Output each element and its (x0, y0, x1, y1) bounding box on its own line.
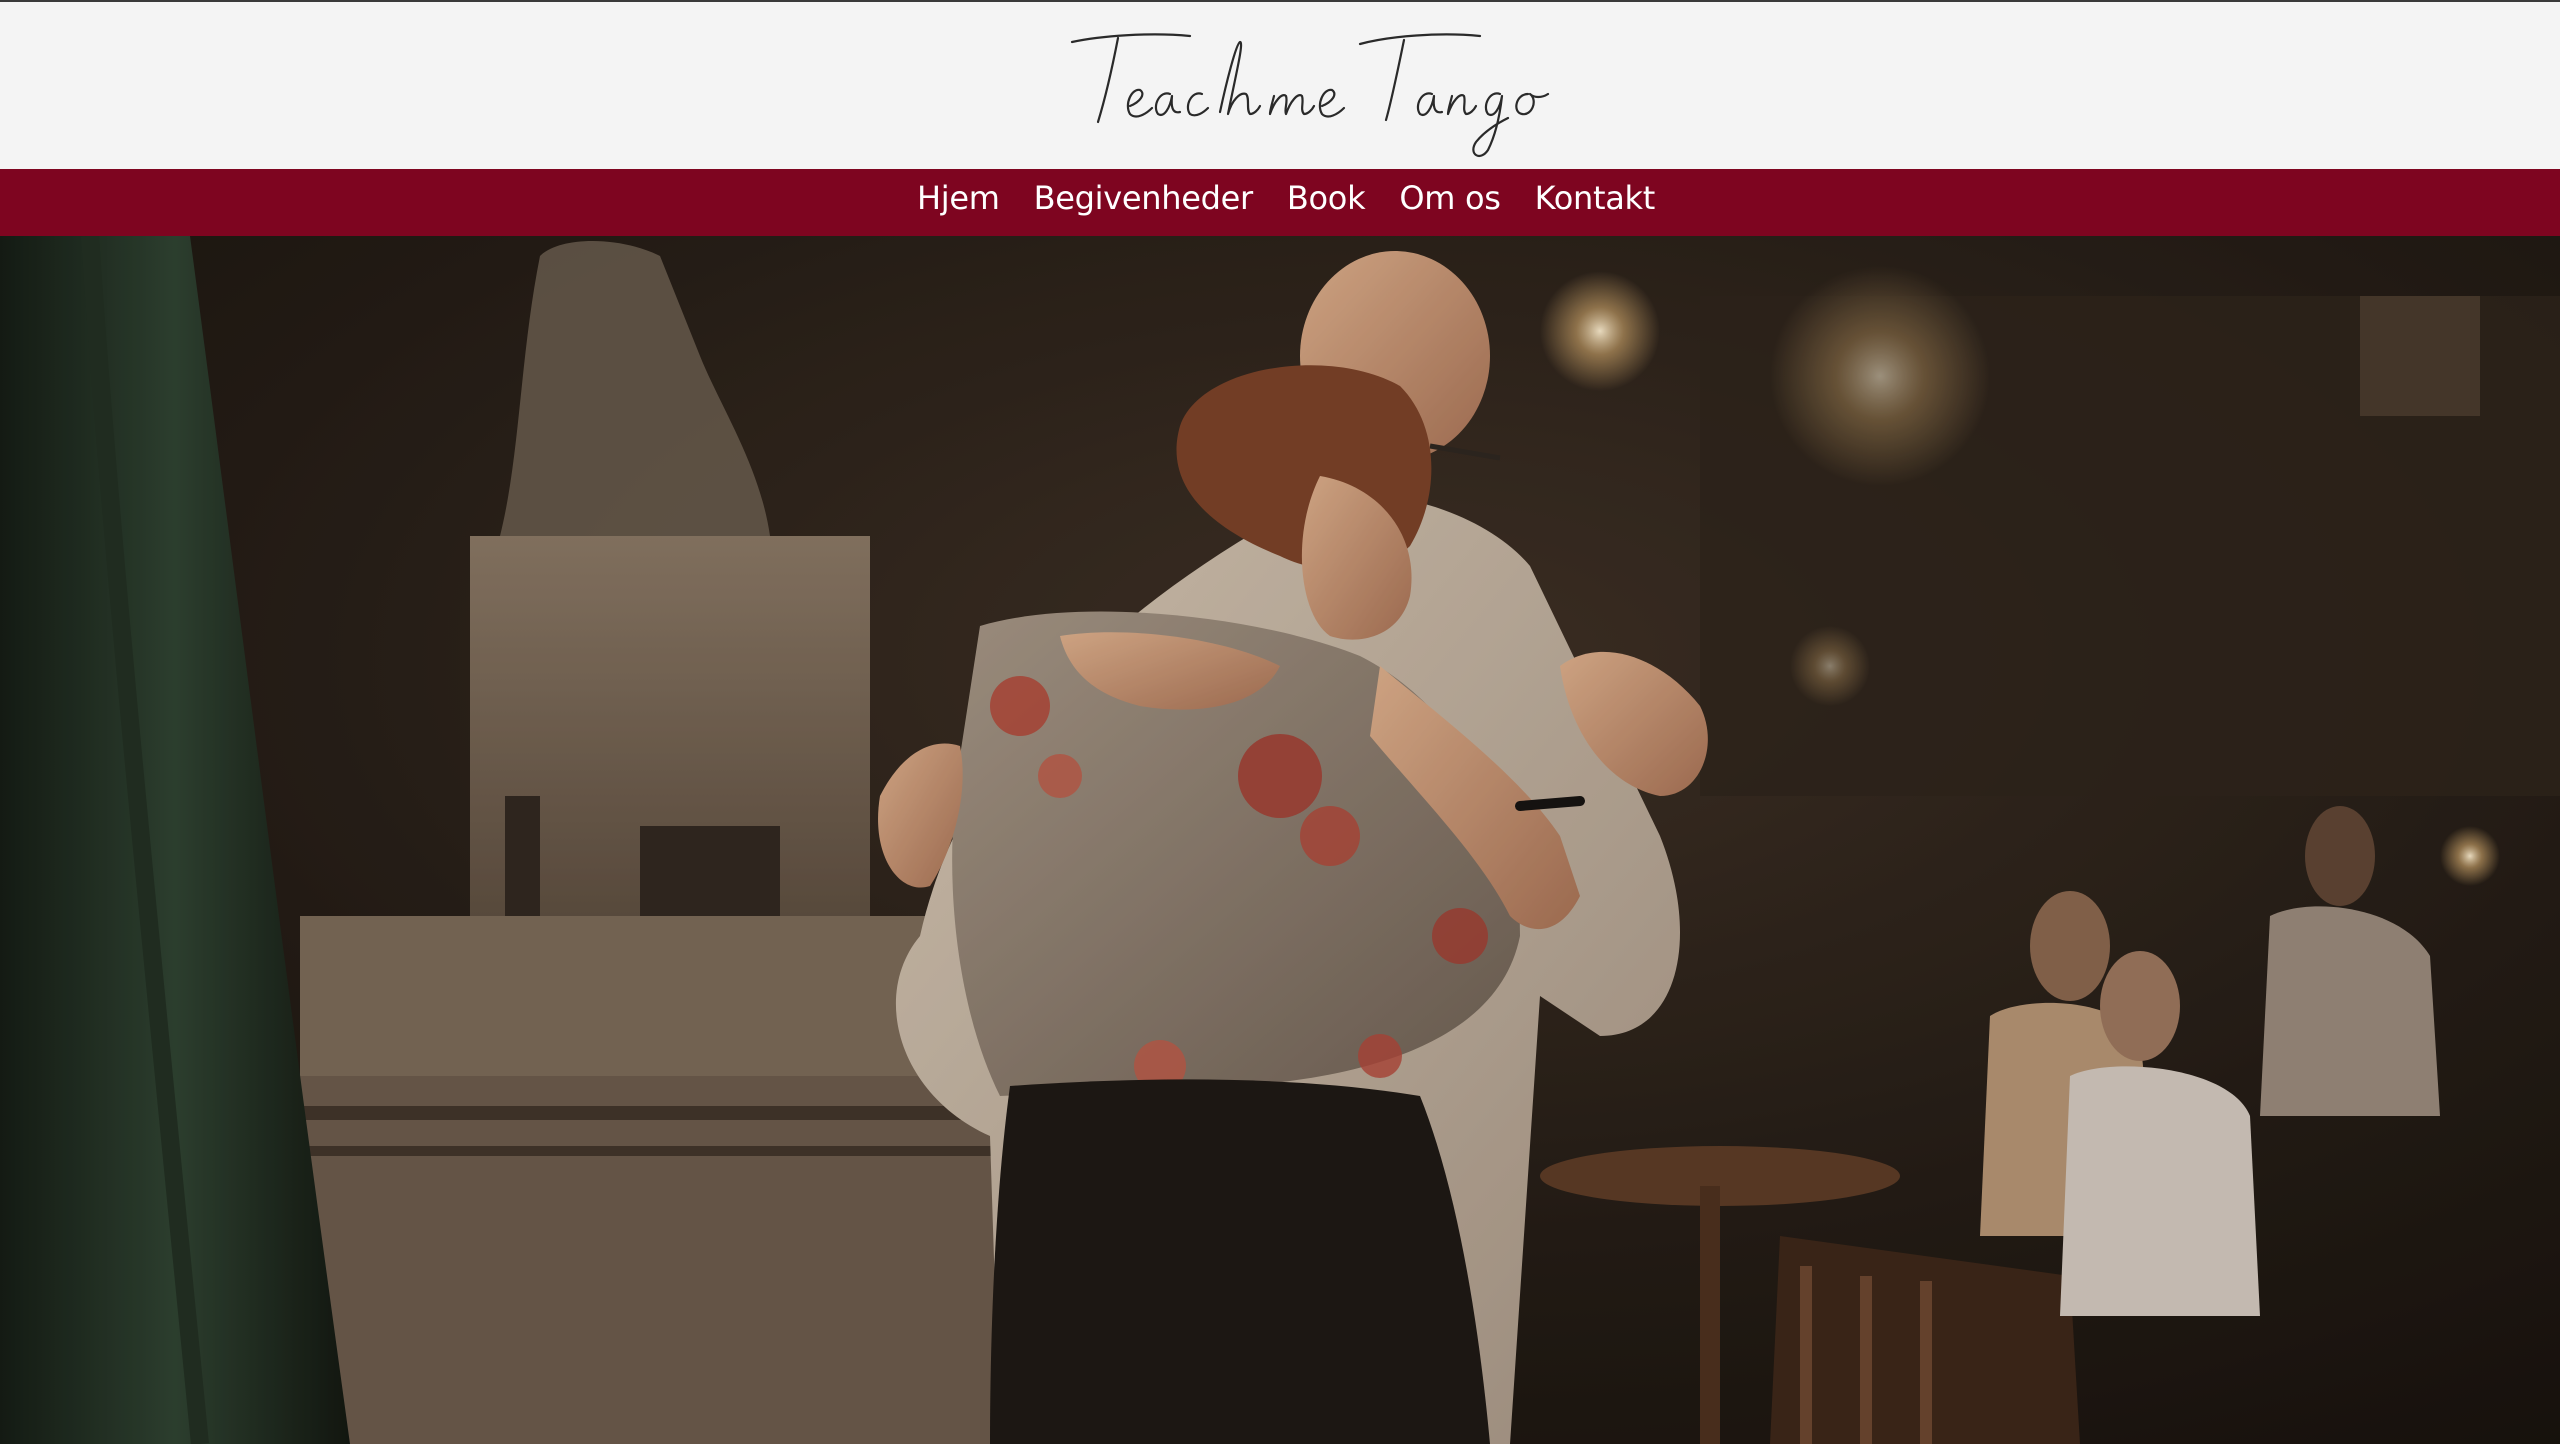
hero-image (0, 236, 2560, 1444)
nav-item-kontakt[interactable]: Kontakt (1535, 175, 1656, 221)
nav-item-book[interactable]: Book (1287, 175, 1366, 221)
nav-item-om-os[interactable]: Om os (1399, 175, 1501, 221)
main-navigation: Hjem Begivenheder Book Om os Kontakt (0, 169, 2560, 236)
script-logo-icon (1070, 33, 1550, 157)
nav-list: Hjem Begivenheder Book Om os Kontakt (905, 175, 1655, 221)
site-logo[interactable]: Teach me Tango (1060, 14, 1600, 164)
nav-item-begivenheder[interactable]: Begivenheder (1034, 175, 1254, 221)
site-header: Teach me Tango (0, 2, 2560, 169)
tango-couple-photo-icon (0, 236, 2560, 1444)
nav-item-hjem[interactable]: Hjem (917, 175, 1000, 221)
